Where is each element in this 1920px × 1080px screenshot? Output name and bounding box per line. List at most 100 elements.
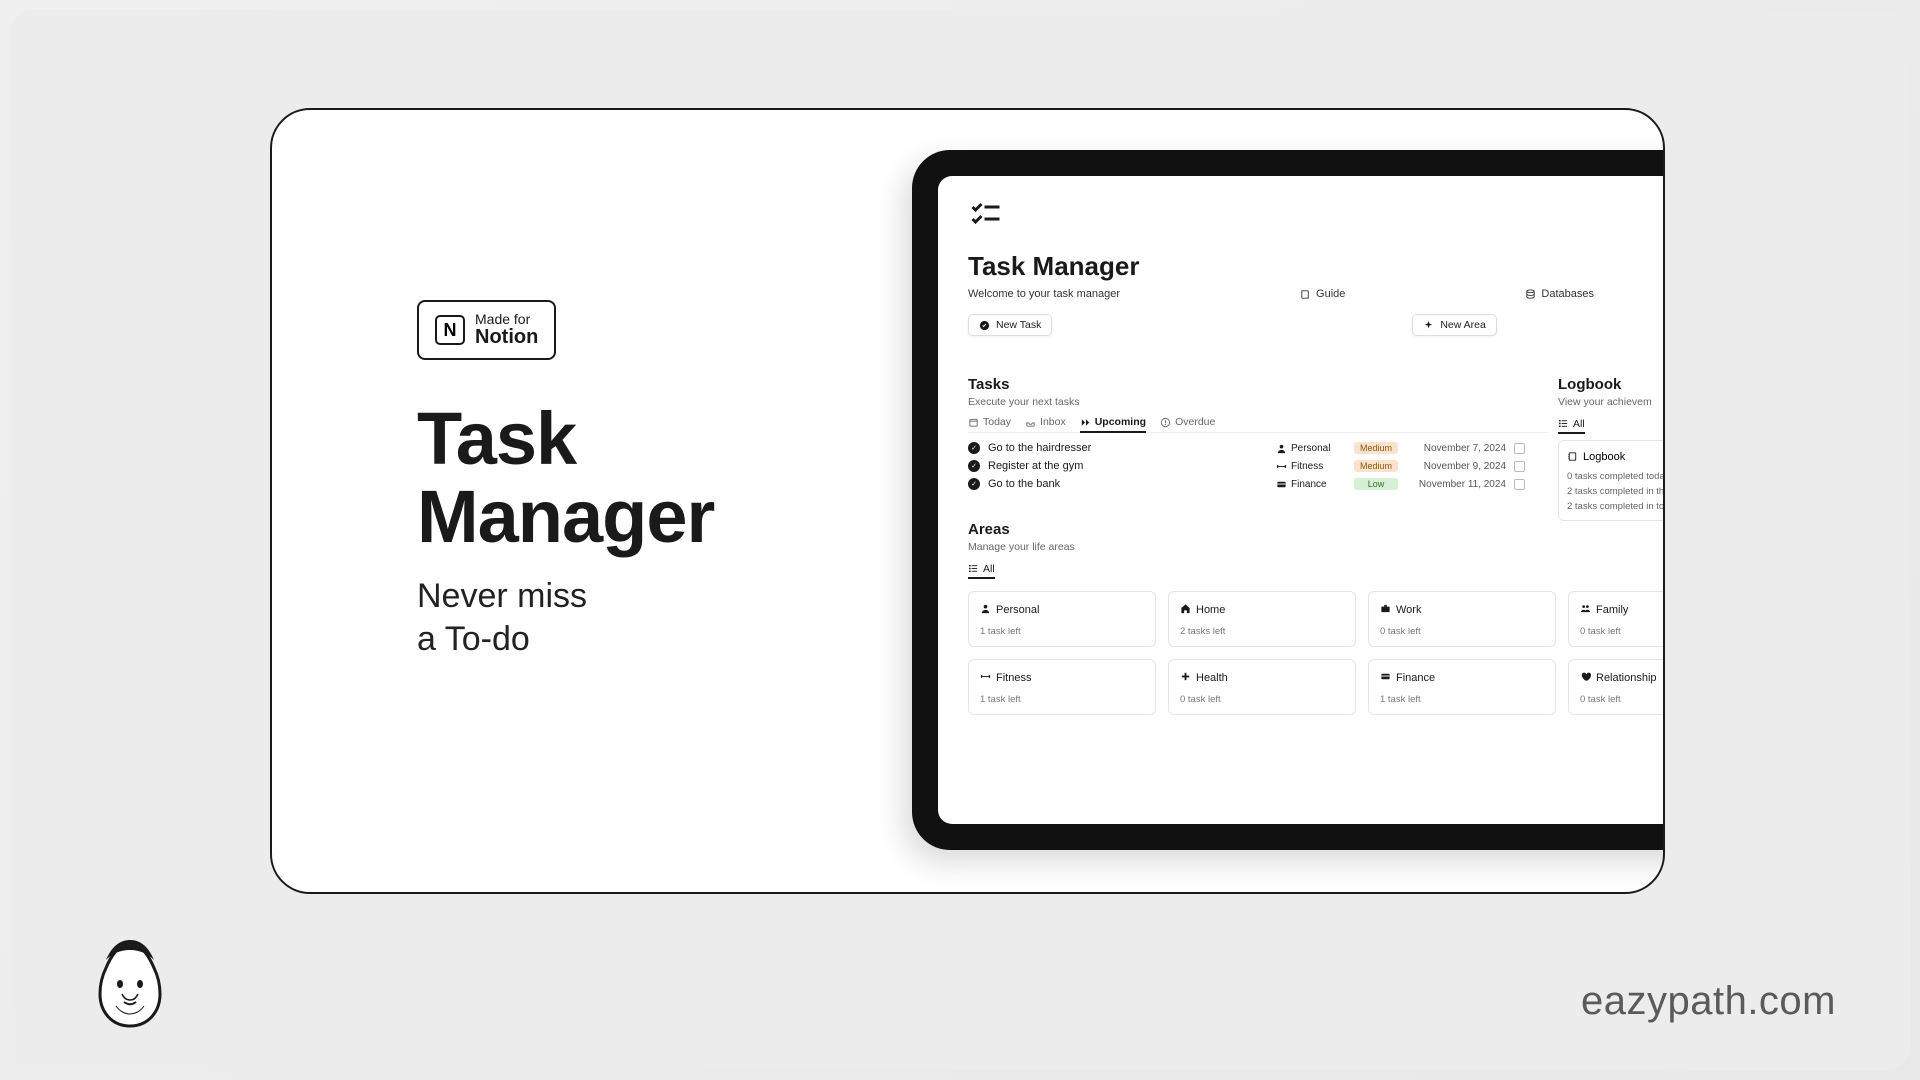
list-icon (968, 563, 979, 574)
area-count: 0 task left (1580, 626, 1665, 637)
tab-inbox[interactable]: Inbox (1025, 416, 1066, 428)
priority-badge: Medium (1354, 442, 1398, 454)
notion-logo-icon: N (435, 315, 465, 345)
task-row[interactable]: ✓ Go to the hairdresser Personal Medium Nove… (968, 439, 1548, 457)
tasks-heading: Tasks (968, 376, 1548, 393)
app-screen: Task Manager Welcome to your task manage… (938, 176, 1665, 824)
area-count: 1 task left (1380, 694, 1544, 705)
made-for-notion-badge: N Made for Notion (417, 300, 556, 360)
check-circle-icon: ✓ (968, 460, 980, 472)
task-title: Go to the hairdresser (988, 442, 1268, 454)
person-icon (980, 603, 991, 617)
area-count: 0 task left (1180, 694, 1344, 705)
task-checkbox[interactable] (1514, 443, 1525, 454)
priority-badge: Low (1354, 478, 1398, 490)
promo-panel: N Made for Notion Task Manager Never mis… (417, 300, 767, 660)
task-area: Personal (1276, 443, 1346, 454)
task-date: November 7, 2024 (1406, 443, 1506, 454)
task-checkbox[interactable] (1514, 479, 1525, 490)
tab-upcoming[interactable]: Upcoming (1080, 416, 1146, 433)
author-avatar (88, 934, 172, 1030)
tab-today[interactable]: Today (968, 416, 1011, 428)
people-icon (1580, 603, 1591, 617)
tab-overdue[interactable]: Overdue (1160, 416, 1215, 428)
task-area: Fitness (1276, 461, 1346, 472)
new-area-button[interactable]: New Area (1412, 314, 1497, 336)
page-title: Task Manager (968, 251, 1665, 282)
area-name: Relationship (1596, 672, 1657, 684)
area-card[interactable]: Finance 1 task left (1368, 659, 1556, 715)
area-card[interactable]: Personal 1 task left (968, 591, 1156, 647)
area-name: Health (1196, 672, 1228, 684)
check-circle-icon (979, 320, 990, 331)
check-circle-icon: ✓ (968, 478, 980, 490)
brand-footer: eazypath.com (1581, 979, 1836, 1024)
briefcase-icon (1380, 603, 1391, 617)
area-card[interactable]: Work 0 task left (1368, 591, 1556, 647)
book-icon (1300, 289, 1311, 300)
areas-tab-all[interactable]: All (968, 563, 995, 579)
tasks-tabs: Today Inbox Upcoming Overdue (968, 416, 1548, 433)
area-name: Work (1396, 604, 1421, 616)
logbook-subheading: View your achievem (1558, 396, 1665, 408)
promo-subtitle: Never miss a To-do (417, 575, 767, 660)
databases-link[interactable]: Databases (1525, 288, 1594, 300)
areas-heading: Areas (968, 521, 1665, 538)
card-icon (1380, 671, 1391, 685)
list-icon (1558, 418, 1569, 429)
areas-subheading: Manage your life areas (968, 541, 1665, 553)
logbook-line: 2 tasks completed in to (1567, 501, 1665, 512)
task-date: November 9, 2024 (1406, 461, 1506, 472)
database-icon (1525, 289, 1536, 300)
logbook-card[interactable]: Logbook 0 tasks completed toda2 tasks co… (1558, 440, 1665, 521)
task-row[interactable]: ✓ Register at the gym Fitness Medium Novembe… (968, 457, 1548, 475)
sparkle-icon (1423, 320, 1434, 331)
welcome-text: Welcome to your task manager (968, 288, 1120, 300)
heart-icon (1580, 671, 1591, 685)
tasks-subheading: Execute your next tasks (968, 396, 1548, 408)
logbook-section: Logbook View your achievem All Logbook 0… (1558, 376, 1665, 521)
app-logo-icon (968, 198, 1665, 239)
area-name: Fitness (996, 672, 1031, 684)
new-task-button[interactable]: New Task (968, 314, 1052, 336)
task-checkbox[interactable] (1514, 461, 1525, 472)
area-name: Personal (996, 604, 1039, 616)
logbook-heading: Logbook (1558, 376, 1665, 393)
area-name: Family (1596, 604, 1628, 616)
product-card: N Made for Notion Task Manager Never mis… (270, 108, 1665, 894)
task-title: Register at the gym (988, 460, 1268, 472)
guide-link[interactable]: Guide (1300, 288, 1345, 300)
task-area: Finance (1276, 479, 1346, 490)
area-card[interactable]: Family 0 task left (1568, 591, 1665, 647)
task-date: November 11, 2024 (1406, 479, 1506, 490)
tasks-section: Tasks Execute your next tasks Today Inbo… (968, 376, 1548, 493)
area-card[interactable]: Fitness 1 task left (968, 659, 1156, 715)
area-count: 0 task left (1380, 626, 1544, 637)
area-card[interactable]: Home 2 tasks left (1168, 591, 1356, 647)
logbook-line: 0 tasks completed toda (1567, 471, 1665, 482)
area-card[interactable]: Relationship0 task left (1568, 659, 1665, 715)
home-icon (1180, 603, 1191, 617)
check-circle-icon: ✓ (968, 442, 980, 454)
area-count: 1 task left (980, 626, 1144, 637)
task-title: Go to the bank (988, 478, 1268, 490)
areas-section: Areas Manage your life areas All Persona… (968, 521, 1665, 715)
alert-icon (1160, 417, 1171, 428)
plus-icon (1180, 671, 1191, 685)
tablet-frame: Task Manager Welcome to your task manage… (912, 150, 1665, 850)
area-count: 2 tasks left (1180, 626, 1344, 637)
area-name: Home (1196, 604, 1225, 616)
task-row[interactable]: ✓ Go to the bank Finance Low November 11, 20… (968, 475, 1548, 493)
inbox-icon (1025, 417, 1036, 428)
notebook-icon (1567, 451, 1578, 462)
area-name: Finance (1396, 672, 1435, 684)
badge-line1: Made for (475, 312, 538, 326)
badge-line2: Notion (475, 326, 538, 348)
dumbbell-icon (980, 671, 991, 685)
priority-badge: Medium (1354, 460, 1398, 472)
area-card[interactable]: Health 0 task left (1168, 659, 1356, 715)
area-count: 1 task left (980, 694, 1144, 705)
calendar-icon (968, 417, 979, 428)
logbook-tab-all[interactable]: All (1558, 418, 1585, 434)
page-frame: N Made for Notion Task Manager Never mis… (10, 10, 1910, 1070)
